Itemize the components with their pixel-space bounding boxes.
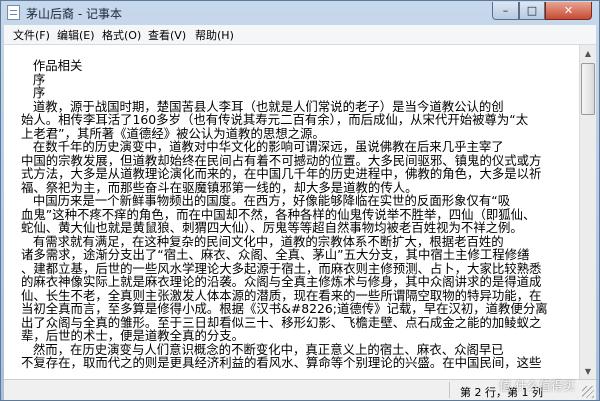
text-line: 始人。相传李耳活了160多岁（也有传说其寿元二百有余），而后成仙，从宋代开始被尊… (21, 112, 529, 127)
vertical-scrollbar[interactable]: ▲ ▼ (579, 45, 596, 379)
text-line: 辈，后世的术士，便是道教全真的分支。 (21, 328, 245, 343)
scrollbar-thumb[interactable] (581, 63, 595, 115)
resize-grip-icon[interactable] (582, 386, 594, 398)
text-line: 不复存在，取而代之的则是更具经济利益的看风水、算命等个别理论的兴盛。在中国民间，… (21, 355, 542, 370)
text-line: 作品相关 (21, 58, 83, 73)
text-line: 然而，在历史演变与人们意识概念的不断变化中，真正意义上的宿土、麻衣、众阁早已 (21, 341, 504, 357)
text-line: 中国的宗教发展，但道教却始终在民间占有着不可撼动的位置。大多民间驱邪、镇鬼的仪式… (21, 152, 542, 168)
text-line: 诸多需求，途渐分支出了“宿土、麻衣、众阁、全真、茅山”五大分支，其中宿土主修工程… (21, 247, 530, 262)
document-text[interactable]: 作品相关 序 序 道教，源于战国时期，楚国苦县人李耳（也就是人们常说的老子）是当… (21, 59, 579, 370)
close-button[interactable]: ✕ (545, 2, 592, 20)
menu-format[interactable]: 格式(O) (102, 27, 141, 43)
title-bar[interactable]: 茅山后裔 - 记事本 – □ ✕ (1, 1, 599, 24)
text-line: 有需求就有满足，在这种复杂的民间文化中，道教的宗教体系不断扩大，根据老百姓的 (21, 233, 504, 249)
text-editor-area[interactable]: 作品相关 序 序 道教，源于战国时期，楚国苦县人李耳（也就是人们常说的老子）是当… (4, 45, 579, 379)
text-line: 序 (21, 85, 46, 100)
text-line: 福、祭祀为主，而那些奋斗在驱魔镇邪第一线的，却大多是道教的传人。 (21, 179, 418, 195)
menu-file[interactable]: 文件(F) (13, 27, 50, 43)
menu-help[interactable]: 帮助(H) (195, 27, 234, 43)
text-line: 当初全真而言，至多算是修得小成。根据《汉书&#8226;道德传》记载，早在汉初，… (21, 301, 548, 316)
scroll-down-arrow-icon[interactable]: ▼ (580, 363, 596, 379)
text-line: 序 (21, 71, 46, 87)
window-title: 茅山后裔 - 记事本 (26, 7, 122, 21)
status-divider (449, 382, 450, 398)
text-line: 在数千年的历史演变中，道教对中华文化的影响可谓深远，虽说佛教在后来几乎主宰了 (21, 139, 504, 154)
maximize-button[interactable]: □ (519, 2, 545, 20)
text-line: 血鬼”这种不疼不痒的角色，而在中国却不然，各种各样的仙鬼传说举不胜举，四仙（即狐… (21, 206, 536, 222)
text-line: 、建都立基，后世的一些风水学理论大多起源于宿土，而麻衣则主修预测、占卜，大家比较… (21, 260, 542, 276)
scroll-up-arrow-icon[interactable]: ▲ (580, 45, 596, 61)
text-line: 道教，源于战国时期，楚国苦县人李耳（也就是人们常说的老子）是当今道教公认的创 (21, 98, 504, 114)
menu-view[interactable]: 查看(V) (148, 27, 186, 43)
text-line: 的麻衣神像实际上就是麻衣理论的沿袭。众阁与全真主修炼术与修身，其中众阁讲求的是得… (21, 274, 542, 289)
text-line: 中国历来是一个新鲜事物频出的国度。在西方，好像能够降临在实世的反面形象仅有“吸 (21, 193, 511, 208)
menu-edit[interactable]: 编辑(E) (57, 27, 95, 43)
watermark-text: 值 什么值得买 (499, 379, 575, 393)
text-line: 式方法，大多是从道教理论演化而来的，在中国几千年的历史进程中，佛教的角色，大多是… (21, 166, 542, 181)
text-line: 出了众阁与全真的雏形。至于三日却看似三十、移形幻影、飞檐走壁、点石成金之能的加鲮… (21, 314, 542, 330)
menu-bar: 文件(F) 编辑(E) 格式(O) 查看(V) 帮助(H) (4, 25, 596, 45)
text-line: 仙、长生不老，全真则主张激发人体本源的潜质，现在看来的一些所谓隔空取物的特异功能… (21, 287, 542, 303)
text-line: 蛇仙、黄大仙也就是黄鼠狼、刺猬四大仙）、厉鬼等等超自然事物均被老百姓视为不祥之例… (21, 220, 523, 235)
text-line: 上老君”，其所著《道德经》被公认为道教的思想之源。 (21, 125, 325, 141)
minimize-button[interactable]: – (492, 2, 519, 20)
notepad-window: 茅山后裔 - 记事本 – □ ✕ 文件(F) 编辑(E) 格式(O) 查看(V)… (0, 0, 600, 401)
notepad-app-icon[interactable] (7, 5, 20, 20)
